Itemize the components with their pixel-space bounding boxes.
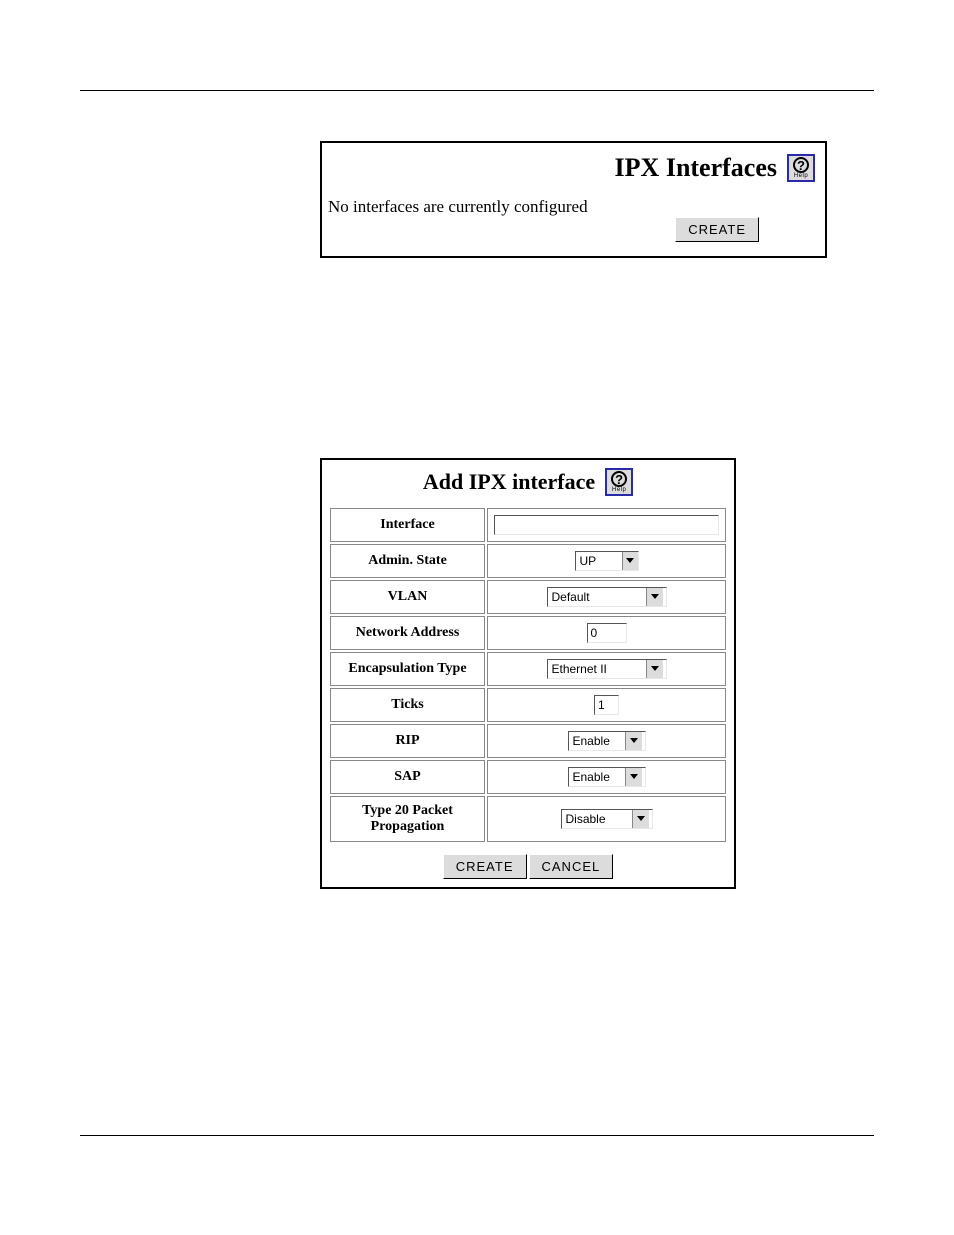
table-row: Ticks [330,688,726,722]
admin-state-label: Admin. State [330,544,485,578]
sap-value: Enable [569,768,625,786]
type20-label: Type 20 Packet Propagation [330,796,485,842]
network-address-input[interactable] [587,623,627,643]
table-row: Admin. State UP [330,544,726,578]
ipx-interfaces-title: IPX Interfaces [615,153,777,183]
vlan-value: Default [548,588,646,606]
encapsulation-type-select[interactable]: Ethernet II [547,659,667,679]
rip-value: Enable [569,732,625,750]
chevron-down-icon [646,588,663,606]
table-row: Network Address [330,616,726,650]
create-button[interactable]: CREATE [675,217,759,242]
add-ipx-interface-panel: Add IPX interface ? Help Interface Admin… [320,458,736,889]
no-interfaces-message: No interfaces are currently configured [328,197,588,216]
vlan-select[interactable]: Default [547,587,667,607]
interface-input[interactable] [494,515,719,535]
help-icon: ? [793,157,809,173]
table-row: SAP Enable [330,760,726,794]
chevron-down-icon [622,552,638,570]
add-ipx-interface-title: Add IPX interface [423,469,595,495]
cancel-button[interactable]: CANCEL [529,854,614,879]
table-row: VLAN Default [330,580,726,614]
help-label: Help [794,173,808,179]
encapsulation-type-label: Encapsulation Type [330,652,485,686]
table-row: Encapsulation Type Ethernet II [330,652,726,686]
encapsulation-type-value: Ethernet II [548,660,646,678]
vlan-label: VLAN [330,580,485,614]
form-table: Interface Admin. State UP VLAN [328,506,728,844]
ticks-label: Ticks [330,688,485,722]
sap-select[interactable]: Enable [568,767,646,787]
admin-state-value: UP [576,552,622,570]
help-button[interactable]: ? Help [605,468,633,496]
sap-label: SAP [330,760,485,794]
admin-state-select[interactable]: UP [575,551,639,571]
help-label: Help [612,487,626,493]
ticks-input[interactable] [594,695,619,715]
chevron-down-icon [625,732,642,750]
type20-value: Disable [562,810,632,828]
help-button[interactable]: ? Help [787,154,815,182]
ipx-interfaces-panel: IPX Interfaces ? Help No interfaces are … [320,141,827,258]
table-row: Type 20 Packet Propagation Disable [330,796,726,842]
chevron-down-icon [646,660,663,678]
help-icon: ? [611,471,627,487]
create-button[interactable]: CREATE [443,854,527,879]
rip-select[interactable]: Enable [568,731,646,751]
rip-label: RIP [330,724,485,758]
table-row: Interface [330,508,726,542]
type20-select[interactable]: Disable [561,809,653,829]
chevron-down-icon [632,810,649,828]
network-address-label: Network Address [330,616,485,650]
interface-label: Interface [330,508,485,542]
table-row: RIP Enable [330,724,726,758]
chevron-down-icon [625,768,642,786]
